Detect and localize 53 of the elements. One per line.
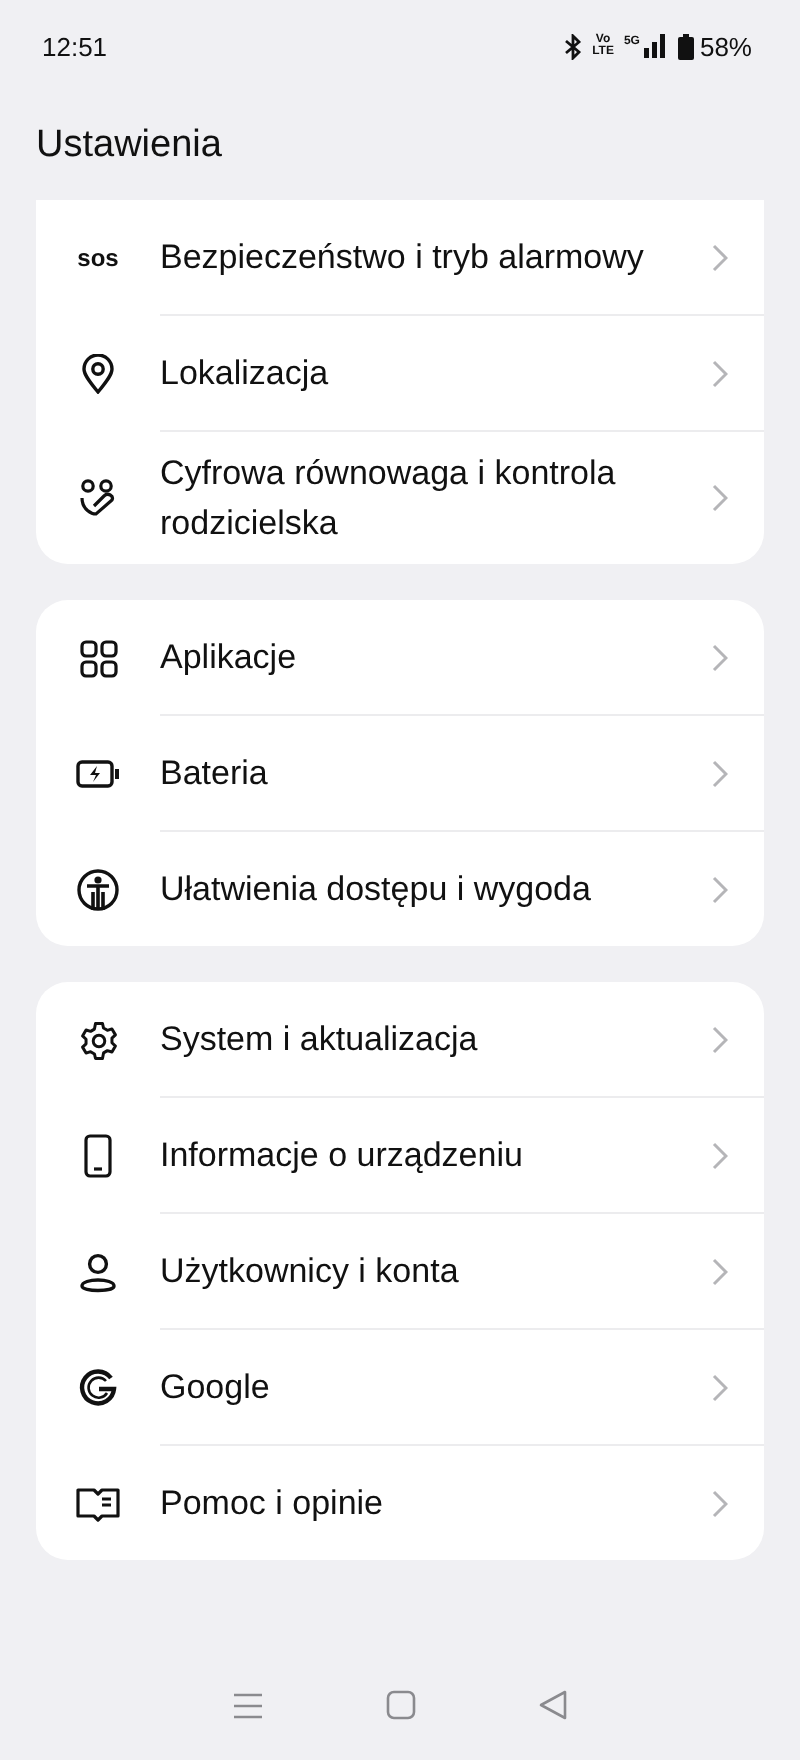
settings-item[interactable]: Lokalizacja [36,316,764,432]
settings-item[interactable]: Użytkownicy i konta [36,1214,764,1330]
chevron-right-icon [712,875,728,903]
chevron-right-icon [712,1373,728,1401]
battery-icon [677,33,694,59]
settings-item[interactable]: System i aktualizacja [36,982,764,1098]
location-pin-icon [80,354,116,394]
battery-percent: 58% [699,31,752,61]
status-time: 12:51 [42,31,108,61]
chevron-right-icon [712,759,728,787]
chevron-right-icon [712,1489,728,1517]
signal-icon [643,34,668,58]
settings-item[interactable]: sos Bezpieczeństwo i tryb alarmowy [36,200,764,316]
chevron-right-icon [712,243,728,271]
settings-item[interactable]: Informacje o urządzeniu [36,1098,764,1214]
item-label: Informacje o urządzeniu [160,1134,523,1178]
home-button-icon[interactable] [385,1690,416,1720]
chevron-right-icon [712,1257,728,1285]
book-icon [76,1485,120,1521]
item-label: Pomoc i opinie [160,1482,384,1526]
chevron-right-icon [712,359,728,387]
chevron-right-icon [712,484,728,512]
sos-icon: sos [77,244,119,272]
item-label: Lokalizacja [160,352,329,396]
settings-item[interactable]: Ułatwienia dostępu i wygoda [36,832,764,946]
settings-item[interactable]: Aplikacje [36,600,764,716]
item-label: System i aktualizacja [160,1018,478,1062]
settings-item[interactable]: Cyfrowa równowaga i kontrola rodzicielska [36,432,764,564]
accessibility-icon [76,867,120,911]
google-g-icon [78,1368,118,1408]
back-icon[interactable] [538,1690,569,1720]
apps-grid-icon [79,639,117,677]
chevron-right-icon [712,1025,728,1053]
item-label: Ułatwienia dostępu i wygoda [160,868,591,912]
phone-icon [84,1134,112,1178]
chevron-right-icon [712,1141,728,1169]
item-label: Użytkownicy i konta [160,1250,459,1294]
chevron-right-icon [712,643,728,671]
item-label: Cyfrowa równowaga i kontrola rodzicielska [160,452,618,546]
settings-icon [77,1019,119,1061]
item-label: Google [160,1366,270,1410]
bluetooth-icon [564,33,583,59]
item-label: Aplikacje [160,636,297,680]
settings-item[interactable]: Google [36,1330,764,1446]
family-icon [78,478,118,518]
user-icon [78,1251,118,1293]
page-title: Ustawienia [34,122,224,170]
item-label: Bezpieczeństwo i tryb alarmowy [160,236,644,280]
item-label: Bateria [160,752,268,796]
settings-item[interactable]: Bateria [36,716,764,832]
settings-item[interactable]: Pomoc i opinie [36,1446,764,1560]
battery-charging-icon [76,760,120,788]
menu-icon[interactable] [231,1691,264,1719]
